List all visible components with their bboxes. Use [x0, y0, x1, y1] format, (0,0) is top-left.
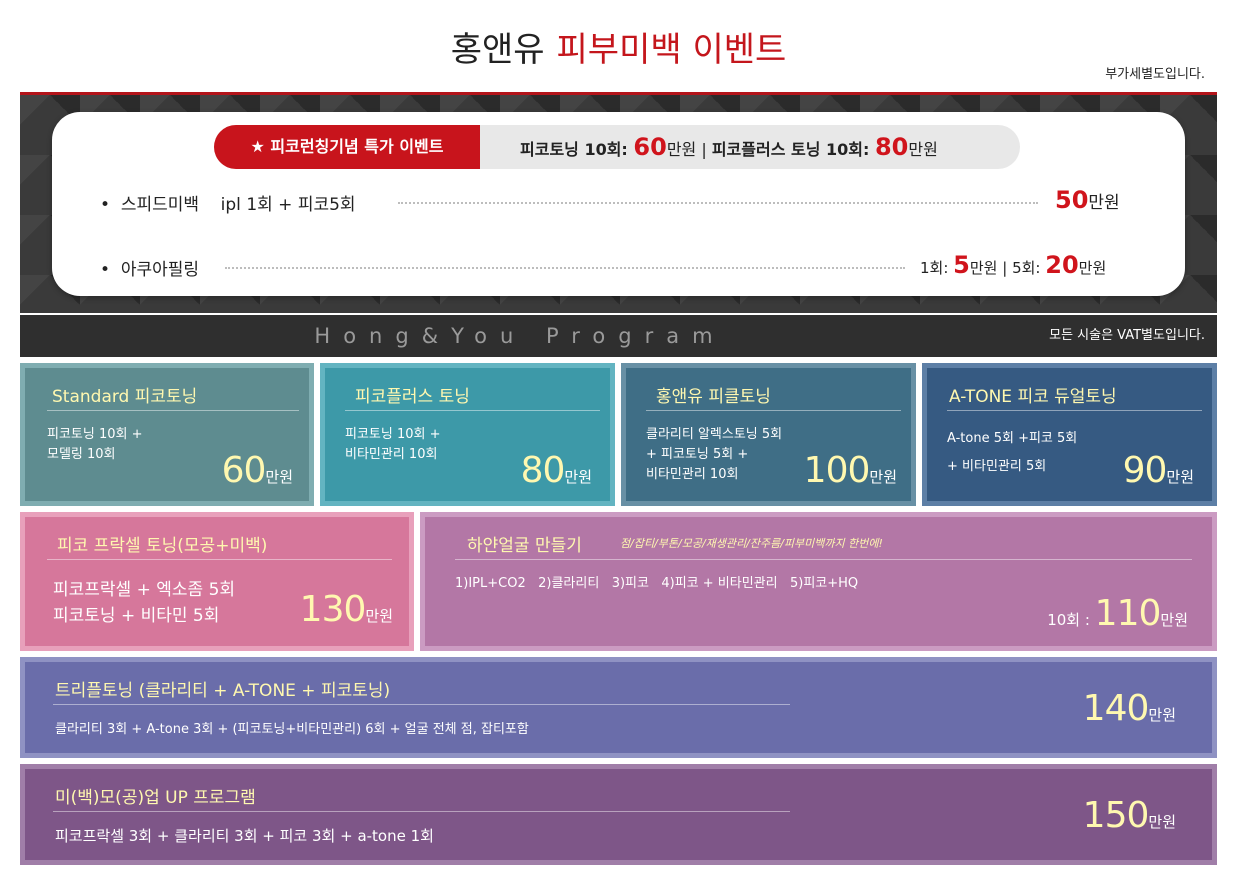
dotted-leader: [225, 267, 905, 269]
price-value: 100: [803, 450, 871, 491]
promo-separator: |: [696, 140, 712, 159]
price-value: 50: [1055, 186, 1089, 214]
card-price: 80만원: [521, 450, 592, 491]
promo-item2-unit: 만원: [908, 140, 938, 159]
card-title: 피코 프락셀 토닝(모공+미백): [57, 536, 268, 556]
card-divider: [47, 559, 392, 560]
price-unit: 만원: [1160, 611, 1188, 629]
promo-prices: 피코토닝 10회: 60만원 | 피코플러스 토닝 10회: 80만원: [520, 125, 938, 169]
vat-note: 부가세별도입니다.: [1105, 67, 1205, 82]
price2-label: 5회:: [1012, 259, 1046, 277]
price-unit: 만원: [365, 607, 393, 625]
price-unit: 만원: [265, 468, 293, 486]
card-price: 150만원: [1083, 795, 1176, 836]
promo-item1-price: 60: [633, 133, 667, 161]
price-unit: 만원: [1148, 813, 1176, 831]
price2-value: 20: [1045, 251, 1079, 279]
event-price-aqua: 1회: 5만원 | 5회: 20만원: [920, 251, 1106, 279]
promo-badge: ★ 피코런칭기념 특가 이벤트: [214, 125, 480, 169]
price-label: 10회 :: [1047, 611, 1095, 629]
price-value: 150: [1082, 795, 1150, 836]
card-desc: 클라리티 알렉스토닝 5회 + 피코토닝 5회 + 비타민관리 10회: [646, 427, 783, 482]
promo-item2-price: 80: [874, 133, 909, 161]
price-unit: 만원: [1166, 468, 1194, 486]
dotted-leader: [398, 202, 1038, 204]
card-price: 140만원: [1083, 688, 1176, 729]
card-divider: [53, 704, 790, 705]
program-card-white-face: 하얀얼굴 만들기 점/잡티/부톤/모공/재생관리/잔주름/피부미백까지 한번에!…: [420, 512, 1217, 651]
price1-unit: 만원: [969, 259, 998, 277]
card-desc: 피코토닝 10회 + 모델링 10회: [47, 427, 143, 462]
program-card-pickle: 홍앤유 피클토닝 클라리티 알렉스토닝 5회 + 피코토닝 5회 + 비타민관리…: [621, 363, 916, 506]
program-vat-note: 모든 시술은 VAT별도입니다.: [1049, 328, 1205, 343]
card-desc: 클라리티 3회 + A-tone 3회 + (피코토닝+비타민관리) 6회 + …: [55, 722, 529, 737]
price-value: 110: [1094, 593, 1162, 634]
title-brand: 홍앤유: [450, 30, 545, 70]
price2-unit: 만원: [1078, 259, 1107, 277]
program-card-miup: 미(백)모(공)업 UP 프로그램 피코프락셀 3회 + 클라리티 3회 + 피…: [20, 764, 1217, 865]
price1-value: 5: [953, 251, 970, 279]
promo-item2-label: 피코플러스 토닝 10회:: [711, 140, 875, 159]
program-title: Hong&You Program: [314, 324, 726, 348]
program-card-standard: Standard 피코토닝 피코토닝 10회 + 모델링 10회 60만원: [20, 363, 314, 506]
price-value: 60: [221, 450, 267, 491]
price-value: 140: [1082, 688, 1150, 729]
price-unit: 만원: [1088, 193, 1120, 213]
card-subtitle: 점/잡티/부톤/모공/재생관리/잔주름/피부미백까지 한번에!: [620, 537, 883, 550]
card-title: 홍앤유 피클토닝: [656, 387, 771, 407]
event-row-speed: • 스피드미백 ipl 1회 + 피코5회: [100, 190, 356, 215]
event-price-speed: 50만원: [1055, 186, 1120, 214]
card-divider: [947, 410, 1202, 411]
price-value: 80: [520, 450, 566, 491]
card-desc: 1)IPL+CO2 2)클라리티 3)피코 4)피코 + 비타민관리 5)피코+…: [455, 576, 859, 591]
card-desc: 피코프락셀 + 엑소좀 5회 피코토닝 + 비타민 5회: [53, 580, 236, 626]
card-title: 피코플러스 토닝: [355, 387, 470, 407]
card-price: 90만원: [1123, 450, 1194, 491]
program-card-fraxel: 피코 프락셀 토닝(모공+미백) 피코프락셀 + 엑소좀 5회 피코토닝 + 비…: [20, 512, 414, 651]
promo-item1-unit: 만원: [666, 140, 697, 159]
program-card-picoplus: 피코플러스 토닝 피코토닝 10회 + 비타민관리 10회 80만원: [320, 363, 615, 506]
event-detail: ipl 1회 + 피코5회: [220, 195, 356, 215]
bullet: •: [100, 195, 111, 215]
card-title: 하얀얼굴 만들기: [467, 536, 582, 556]
price-unit: 만원: [564, 468, 592, 486]
price-separator: |: [997, 259, 1013, 277]
card-price: 10회 : 110만원: [1047, 593, 1188, 634]
card-price: 60만원: [222, 450, 293, 491]
price1-label: 1회:: [920, 259, 954, 277]
card-title: Standard 피코토닝: [52, 387, 198, 407]
program-card-triple: 트리플토닝 (클라리티 + A-TONE + 피코토닝) 클라리티 3회 + A…: [20, 657, 1217, 758]
card-title: A-TONE 피코 듀얼토닝: [949, 387, 1117, 407]
card-divider: [53, 811, 790, 812]
card-desc: 피코토닝 10회 + 비타민관리 10회: [345, 427, 441, 462]
card-divider: [345, 410, 600, 411]
card-desc: A-tone 5회 +피코 5회 + 비타민관리 5회: [947, 431, 1078, 474]
card-price: 130만원: [300, 589, 393, 630]
bullet: •: [100, 260, 111, 280]
page-title: 홍앤유 피부미백 이벤트: [0, 22, 1237, 71]
promo-item1-label: 피코토닝 10회:: [520, 140, 634, 159]
card-divider: [47, 410, 299, 411]
event-name: 아쿠아필링: [120, 260, 200, 280]
card-title: 트리플토닝 (클라리티 + A-TONE + 피코토닝): [55, 681, 391, 701]
card-divider: [455, 559, 1192, 560]
price-value: 130: [299, 589, 367, 630]
price-value: 90: [1122, 450, 1168, 491]
event-row-aqua: • 아쿠아필링: [100, 255, 199, 280]
price-unit: 만원: [1148, 706, 1176, 724]
event-name: 스피드미백: [120, 195, 200, 215]
card-price: 100만원: [804, 450, 897, 491]
price-unit: 만원: [869, 468, 897, 486]
card-desc: 피코프락셀 3회 + 클라리티 3회 + 피코 3회 + a-tone 1회: [55, 827, 434, 845]
program-card-atone: A-TONE 피코 듀얼토닝 A-tone 5회 +피코 5회 + 비타민관리 …: [922, 363, 1217, 506]
card-divider: [646, 410, 901, 411]
title-event: 피부미백 이벤트: [556, 30, 787, 70]
card-title: 미(백)모(공)업 UP 프로그램: [55, 788, 256, 808]
